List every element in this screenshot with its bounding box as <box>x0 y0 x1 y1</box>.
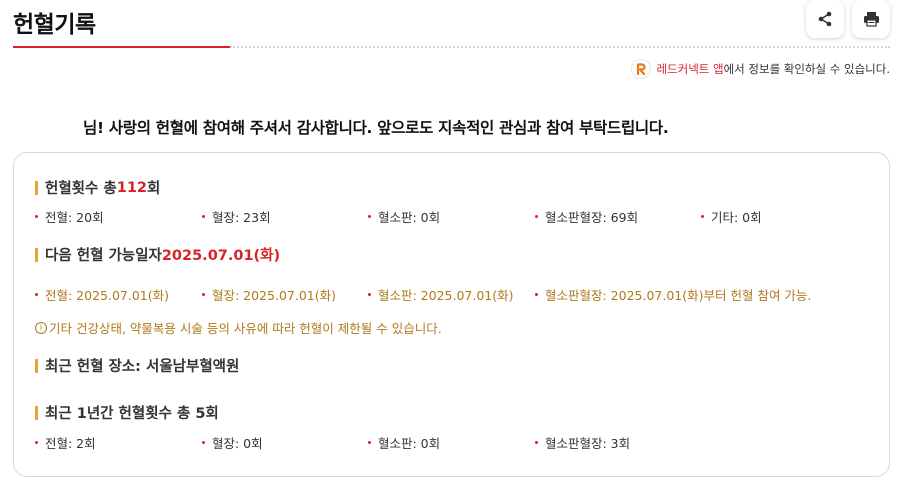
next-date-title: 다음 헌혈 가능일자 2025.07.01(화) <box>35 244 280 265</box>
recent-place-title: 최근 헌혈 장소: 서울남부혈액원 <box>35 355 239 376</box>
stat-platelet: 혈소판: 0회 <box>368 207 440 226</box>
restriction-notice: i 기타 건강상태, 약물복용 시술 등의 사유에 따라 헌혈이 제한될 수 있… <box>35 318 442 337</box>
stat-whole-blood: 전혈: 20회 <box>35 207 104 226</box>
section-marker <box>35 405 38 420</box>
next-whole-blood: 전혈: 2025.07.01(화) <box>35 285 169 304</box>
recent-year-title: 최근 1년간 헌혈횟수 총 5회 <box>35 402 219 423</box>
app-name-link[interactable]: 레드커넥트 앱 <box>656 61 723 77</box>
next-platelet: 혈소판: 2025.07.01(화) <box>368 285 514 304</box>
page-header: 헌혈기록 <box>0 0 900 50</box>
recent-plasma: 혈장: 0회 <box>202 433 263 452</box>
section-marker <box>35 180 38 195</box>
section-marker <box>35 358 38 373</box>
title-underline <box>13 46 230 48</box>
thanks-message: 님! 사랑의 헌혈에 참여해 주셔서 감사합니다. 앞으로도 지속적인 관심과 … <box>83 119 669 137</box>
app-notice-text: 에서 정보를 확인하실 수 있습니다. <box>723 62 890 76</box>
print-button[interactable] <box>852 0 890 38</box>
info-icon: i <box>35 321 47 334</box>
redconnect-app-icon[interactable] <box>631 59 652 79</box>
total-count-title: 헌혈횟수 총 112 회 <box>35 177 160 198</box>
stat-platelet-plasma: 혈소판혈장: 69회 <box>535 207 638 226</box>
donation-summary-card: 헌혈횟수 총 112 회 전혈: 20회 혈장: 23회 혈소판: 0회 혈소판혈… <box>13 152 890 477</box>
print-icon <box>863 12 879 27</box>
page-title: 헌혈기록 <box>13 12 96 38</box>
share-icon <box>818 11 832 27</box>
recent-whole-blood: 전혈: 2회 <box>35 433 96 452</box>
recent-platelet: 혈소판: 0회 <box>368 433 440 452</box>
share-button[interactable] <box>806 0 844 38</box>
app-notice: 레드커넥트 앱 에서 정보를 확인하실 수 있습니다. <box>631 58 890 80</box>
next-plasma: 혈장: 2025.07.01(화) <box>202 285 336 304</box>
recent-platelet-plasma: 혈소판혈장: 3회 <box>535 433 630 452</box>
stat-other: 기타: 0회 <box>701 207 762 226</box>
section-marker <box>35 247 38 262</box>
next-platelet-plasma: 혈소판혈장: 2025.07.01(화)부터 헌혈 참여 가능. <box>535 285 811 304</box>
title-divider <box>230 46 890 48</box>
total-count: 112 <box>116 179 148 196</box>
stat-plasma: 혈장: 23회 <box>202 207 271 226</box>
next-date: 2025.07.01(화) <box>161 248 281 264</box>
